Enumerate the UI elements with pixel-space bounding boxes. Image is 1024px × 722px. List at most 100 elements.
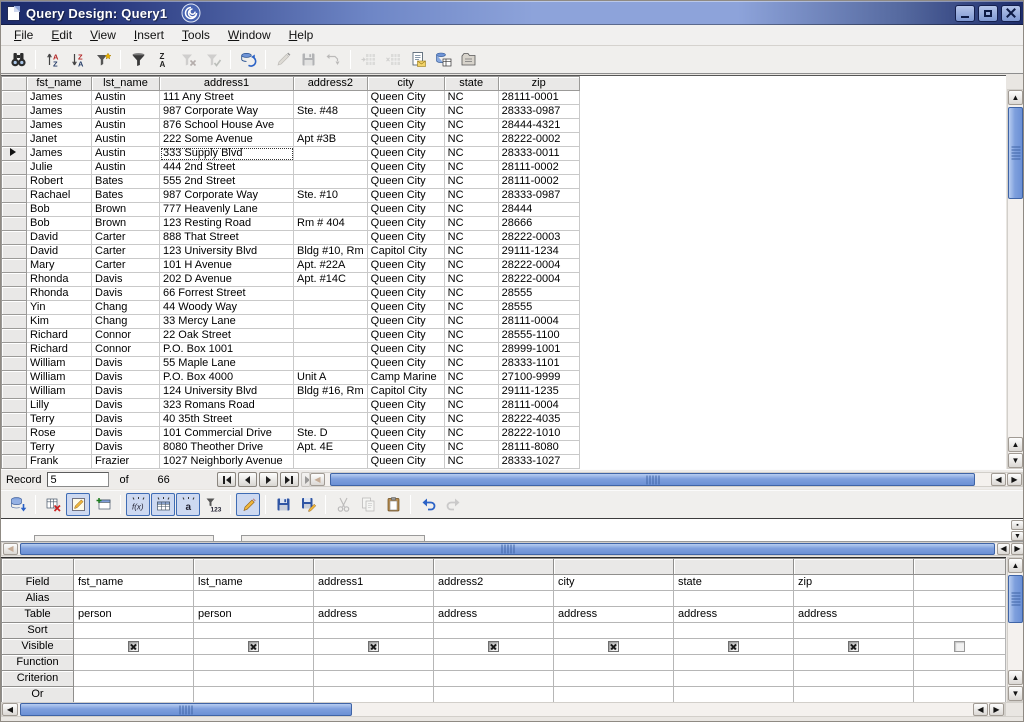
table-cell[interactable]: Queen City	[367, 399, 444, 413]
table-cell[interactable]: James	[27, 91, 92, 105]
table-cell[interactable]	[294, 343, 368, 357]
table-cell[interactable]: 28222-4035	[498, 413, 579, 427]
table-cell[interactable]: Queen City	[367, 147, 444, 161]
table-cell[interactable]: Capitol City	[367, 385, 444, 399]
table-cell[interactable]: Austin	[92, 119, 160, 133]
table-cell[interactable]	[294, 357, 368, 371]
table-cell[interactable]	[294, 91, 368, 105]
table-cell[interactable]: William	[27, 385, 92, 399]
design-cell-sort[interactable]	[794, 623, 914, 639]
table-cell[interactable]: Chang	[92, 301, 160, 315]
table-cell[interactable]: Davis	[92, 385, 160, 399]
design-cell-alias[interactable]	[554, 591, 674, 607]
delete-row-button[interactable]	[381, 48, 405, 71]
table-cell[interactable]: David	[27, 231, 92, 245]
design-cell-criterion[interactable]	[74, 671, 194, 687]
design-cell-table[interactable]: person	[194, 607, 314, 623]
design-cell-field[interactable]: zip	[794, 575, 914, 591]
table-window-top[interactable]	[241, 535, 425, 541]
remove-filter-button[interactable]	[176, 48, 200, 71]
design-cell-alias[interactable]	[314, 591, 434, 607]
table-cell[interactable]: 555 2nd Street	[160, 175, 294, 189]
design-cell-visible[interactable]	[914, 639, 1006, 655]
table-cell[interactable]: Terry	[27, 441, 92, 455]
design-cell-sort[interactable]	[314, 623, 434, 639]
design-cell-sort[interactable]	[194, 623, 314, 639]
table-cell[interactable]: Rachael	[27, 189, 92, 203]
standard-filter-button[interactable]	[126, 48, 150, 71]
table-cell[interactable]: Yin	[27, 301, 92, 315]
table-cell[interactable]: 28555	[498, 301, 579, 315]
table-cell[interactable]: Queen City	[367, 301, 444, 315]
table-cell[interactable]	[294, 231, 368, 245]
close-button[interactable]	[1001, 5, 1021, 22]
table-name-button[interactable]	[151, 493, 175, 516]
design-cell-function[interactable]	[434, 655, 554, 671]
design-cell-function[interactable]	[194, 655, 314, 671]
design-row-label-alias[interactable]: Alias	[2, 591, 74, 607]
table-cell[interactable]	[294, 161, 368, 175]
menu-item-tools[interactable]: Tools	[173, 26, 219, 44]
save-button[interactable]	[271, 493, 295, 516]
table-cell[interactable]: Carter	[92, 259, 160, 273]
design-corner-header[interactable]	[2, 559, 74, 575]
table-cell[interactable]: Queen City	[367, 413, 444, 427]
table-cell[interactable]: 987 Corporate Way	[160, 105, 294, 119]
row-header[interactable]	[2, 343, 27, 357]
table-cell[interactable]: NC	[444, 217, 498, 231]
scroll-right-button[interactable]: ▶	[1007, 473, 1022, 486]
design-cell-function[interactable]	[794, 655, 914, 671]
row-header[interactable]	[2, 371, 27, 385]
table-cell[interactable]: Capitol City	[367, 245, 444, 259]
column-header-address2[interactable]: address2	[294, 77, 368, 91]
scroll-left-button[interactable]: ◀	[991, 473, 1006, 486]
design-row-label-field[interactable]: Field	[2, 575, 74, 591]
table-cell[interactable]: 28111-8080	[498, 441, 579, 455]
next-record-button[interactable]	[259, 472, 278, 487]
column-header-lst_name[interactable]: lst_name	[92, 77, 160, 91]
design-cell-criterion[interactable]	[674, 671, 794, 687]
row-header[interactable]	[2, 329, 27, 343]
design-cell-visible[interactable]	[794, 639, 914, 655]
table-cell[interactable]: NC	[444, 203, 498, 217]
design-cell-or[interactable]	[674, 687, 794, 703]
design-cell-visible[interactable]	[194, 639, 314, 655]
table-cell[interactable]: Bates	[92, 175, 160, 189]
design-cell-criterion[interactable]	[314, 671, 434, 687]
scroll-left-button[interactable]: ◀	[3, 543, 18, 555]
design-cell-table[interactable]: address	[674, 607, 794, 623]
design-cell-or[interactable]	[314, 687, 434, 703]
table-cell[interactable]: Ste. #10	[294, 189, 368, 203]
design-cell-alias[interactable]	[794, 591, 914, 607]
table-cell[interactable]: Lilly	[27, 399, 92, 413]
table-cell[interactable]: Queen City	[367, 427, 444, 441]
row-header[interactable]	[2, 175, 27, 189]
design-cell-or[interactable]	[554, 687, 674, 703]
functions-button[interactable]: f(x)	[126, 493, 150, 516]
table-cell[interactable]: 28111-0004	[498, 315, 579, 329]
table-cell[interactable]: NC	[444, 357, 498, 371]
table-cell[interactable]: NC	[444, 245, 498, 259]
table-cell[interactable]: Queen City	[367, 175, 444, 189]
design-row-label-sort[interactable]: Sort	[2, 623, 74, 639]
table-cell[interactable]: Queen City	[367, 161, 444, 175]
scrollbar-thumb[interactable]	[1008, 107, 1023, 199]
table-cell[interactable]: Queen City	[367, 329, 444, 343]
table-cell[interactable]: 28999-1001	[498, 343, 579, 357]
table-cell[interactable]: 28444	[498, 203, 579, 217]
table-cell[interactable]: Kim	[27, 315, 92, 329]
table-cell[interactable]: Queen City	[367, 315, 444, 329]
design-cell-visible[interactable]	[314, 639, 434, 655]
scroll-left-button[interactable]: ◀	[310, 473, 325, 486]
insert-row-button[interactable]	[356, 48, 380, 71]
table-cell[interactable]: 55 Maple Lane	[160, 357, 294, 371]
design-cell-table[interactable]: address	[554, 607, 674, 623]
table-cell[interactable]: Chang	[92, 315, 160, 329]
table-cell[interactable]: Davis	[92, 287, 160, 301]
menu-item-help[interactable]: Help	[280, 26, 323, 44]
row-header[interactable]	[2, 301, 27, 315]
table-cell[interactable]: 323 Romans Road	[160, 399, 294, 413]
table-cell[interactable]: Ste. #48	[294, 105, 368, 119]
table-cell[interactable]: 28333-0987	[498, 189, 579, 203]
table-cell[interactable]: Unit A	[294, 371, 368, 385]
